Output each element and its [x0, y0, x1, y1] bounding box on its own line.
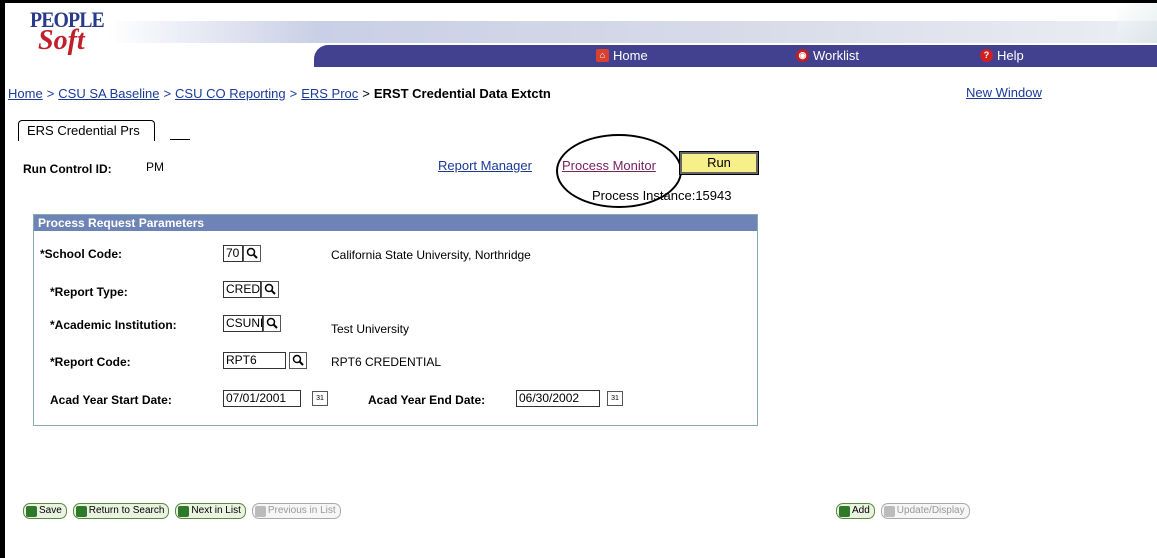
- peoplesoft-logo: PEOPLE Soft: [30, 7, 110, 57]
- end-date-label: Acad Year End Date:: [368, 393, 486, 407]
- help-icon: ?: [980, 49, 993, 62]
- update-display-button[interactable]: Update/Display: [880, 503, 970, 519]
- new-window-link[interactable]: New Window: [966, 85, 1042, 100]
- save-button[interactable]: Save: [23, 503, 67, 519]
- breadcrumb-csu-sa-baseline[interactable]: CSU SA Baseline: [58, 86, 159, 101]
- top-nav-bar: ⌂ Home ◉ Worklist ? Help: [314, 45, 1157, 67]
- process-request-parameters-panel: Process Request Parameters *School Code:…: [33, 214, 758, 426]
- run-button[interactable]: Run: [679, 151, 759, 175]
- process-instance: Process Instance:15943: [592, 188, 732, 203]
- save-label: Save: [39, 505, 62, 516]
- magnifier-icon: [292, 354, 304, 366]
- school-code-input[interactable]: 70: [223, 245, 243, 262]
- report-type-lookup[interactable]: [261, 281, 279, 298]
- tab-underline: [170, 139, 190, 140]
- add-label: Add: [852, 505, 870, 516]
- nav-help[interactable]: ? Help: [980, 48, 1024, 63]
- report-manager-link[interactable]: Report Manager: [438, 158, 532, 173]
- breadcrumb-separator: >: [163, 86, 172, 101]
- toolbar-right: Add Update/Display: [836, 503, 970, 519]
- academic-institution-lookup[interactable]: [263, 315, 281, 332]
- academic-institution-input[interactable]: CSUNF: [223, 315, 263, 332]
- next-in-list-label: Next in List: [191, 505, 241, 516]
- report-type-input[interactable]: CRED: [223, 281, 261, 298]
- start-date-input[interactable]: 07/01/2001: [223, 390, 301, 407]
- breadcrumb-home[interactable]: Home: [8, 86, 43, 101]
- breadcrumb-separator: >: [46, 86, 55, 101]
- school-code-desc: California State University, Northridge: [331, 248, 531, 262]
- add-button[interactable]: Add: [836, 503, 875, 519]
- nav-help-label: Help: [997, 48, 1024, 63]
- panel-title: Process Request Parameters: [34, 215, 757, 231]
- end-date-input[interactable]: 06/30/2002: [516, 390, 600, 407]
- header: PEOPLE Soft ⌂ Home ◉ Worklist ? Help: [8, 3, 1157, 73]
- report-code-lookup[interactable]: [289, 352, 307, 369]
- header-decoration: [1117, 3, 1157, 43]
- breadcrumb-current: ERST Credential Data Extctn: [373, 86, 551, 101]
- run-control-label: Run Control ID:: [23, 162, 112, 176]
- school-code-label: *School Code:: [40, 247, 123, 261]
- calendar-icon[interactable]: 31: [312, 391, 328, 406]
- magnifier-icon: [264, 283, 276, 295]
- nav-worklist[interactable]: ◉ Worklist: [796, 48, 859, 63]
- report-type-label: *Report Type:: [50, 285, 128, 299]
- header-gradient-bar: [108, 21, 1157, 43]
- academic-institution-desc: Test University: [331, 322, 410, 336]
- return-to-search-label: Return to Search: [88, 505, 165, 516]
- update-display-label: Update/Display: [896, 505, 965, 516]
- next-list-icon: [178, 505, 190, 517]
- report-code-label: *Report Code:: [50, 355, 131, 369]
- previous-in-list-button[interactable]: Previous in List: [251, 503, 341, 519]
- toolbar-left: Save Return to Search Next in List Previ…: [23, 503, 341, 519]
- add-icon: [839, 505, 850, 517]
- calendar-icon[interactable]: 31: [607, 391, 623, 406]
- previous-list-icon: [254, 505, 266, 517]
- magnifier-icon: [266, 317, 278, 329]
- report-code-desc: RPT6 CREDENTIAL: [331, 355, 442, 369]
- search-icon: [75, 505, 87, 517]
- nav-home-label: Home: [613, 48, 648, 63]
- run-control-value: PM: [146, 160, 164, 174]
- tab-ers-credential-prs[interactable]: ERS Credential Prs: [18, 120, 155, 141]
- update-display-icon: [883, 505, 895, 517]
- academic-institution-label: *Academic Institution:: [50, 318, 177, 332]
- home-icon: ⌂: [596, 49, 609, 62]
- nav-home[interactable]: ⌂ Home: [596, 48, 648, 63]
- breadcrumb-separator: >: [362, 86, 370, 101]
- start-date-label: Acad Year Start Date:: [50, 393, 172, 407]
- previous-in-list-label: Previous in List: [267, 505, 336, 516]
- breadcrumb-ers-proc[interactable]: ERS Proc: [301, 86, 358, 101]
- report-code-input[interactable]: RPT6: [223, 352, 286, 369]
- breadcrumb-csu-co-reporting[interactable]: CSU CO Reporting: [175, 86, 286, 101]
- save-icon: [26, 505, 37, 517]
- school-code-lookup[interactable]: [243, 245, 261, 262]
- breadcrumb-separator: >: [289, 86, 298, 101]
- worklist-icon: ◉: [796, 49, 809, 62]
- next-in-list-button[interactable]: Next in List: [175, 503, 246, 519]
- return-to-search-button[interactable]: Return to Search: [72, 503, 170, 519]
- magnifier-icon: [246, 247, 258, 259]
- breadcrumb: Home > CSU SA Baseline > CSU CO Reporting > ER…: [8, 86, 551, 101]
- nav-worklist-label: Worklist: [813, 48, 859, 63]
- logo-soft-text: Soft: [38, 25, 85, 56]
